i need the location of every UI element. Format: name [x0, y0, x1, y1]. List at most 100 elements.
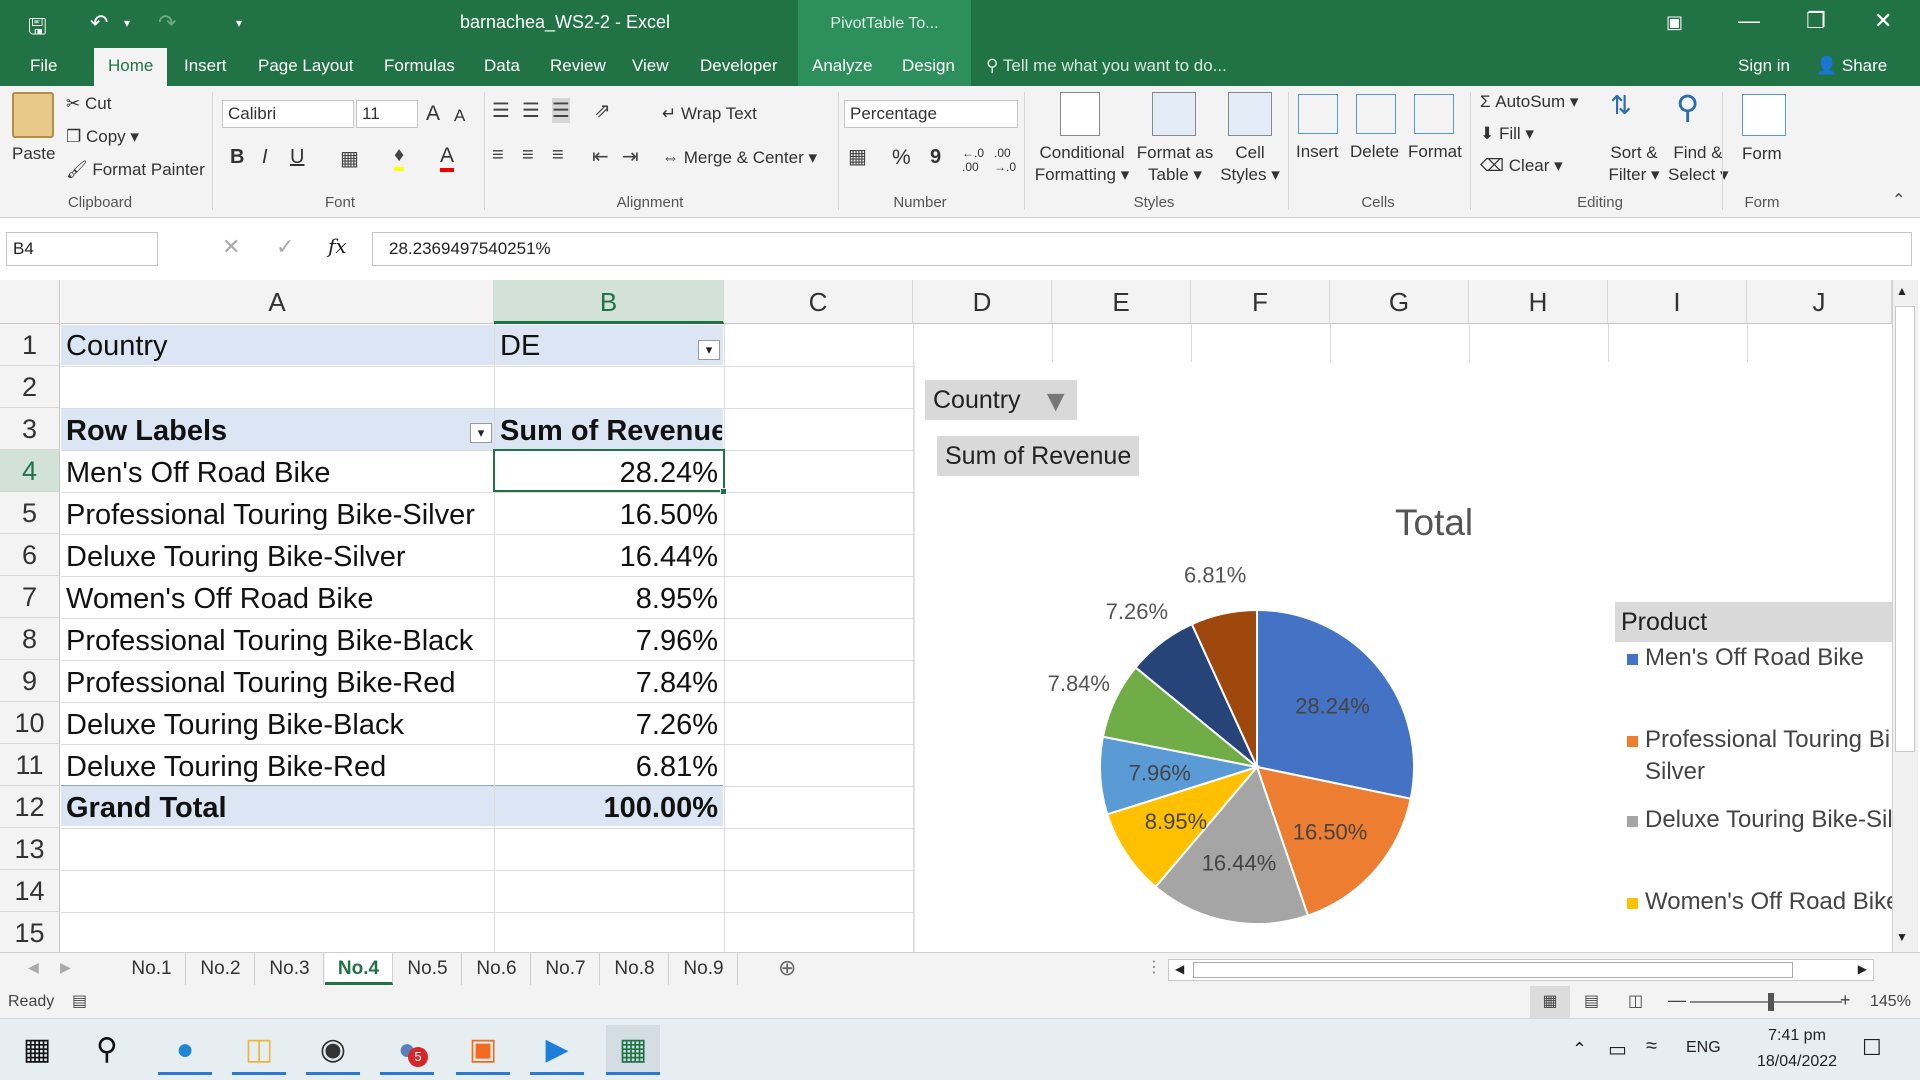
pivot-row-label[interactable]: Professional Touring Bike-Black — [62, 620, 492, 662]
format-painter-button[interactable]: 🖌 Format Painter — [66, 160, 205, 180]
page-layout-view-icon[interactable]: ▤ — [1584, 991, 1599, 1011]
pivot-row-label[interactable]: Women's Off Road Bike — [62, 578, 492, 620]
row-labels-filter-icon[interactable]: ▾ — [470, 423, 492, 443]
format-cells-icon[interactable] — [1414, 94, 1454, 134]
media-player-icon[interactable]: ◉ — [306, 1025, 360, 1075]
sheet-tab[interactable]: No.4 — [325, 953, 393, 985]
pivot-chart[interactable]: Country ▼ Sum of Revenue Total 28.24% 16.… — [914, 362, 1901, 952]
column-header-f[interactable]: F — [1191, 280, 1330, 324]
grow-font-button[interactable]: A — [426, 102, 440, 126]
insert-function-button[interactable]: fx — [328, 234, 347, 258]
restore-icon[interactable]: ❐ — [1806, 8, 1826, 34]
row-header[interactable]: 11 — [0, 744, 60, 786]
vertical-scroll-thumb[interactable] — [1895, 306, 1915, 752]
magnifier-icon[interactable]: ⚲ — [1676, 88, 1699, 126]
pivot-row-value[interactable]: 6.81% — [496, 746, 722, 788]
row-header[interactable]: 10 — [0, 702, 60, 744]
wrap-text-button[interactable]: ↵ Wrap Text — [662, 104, 757, 124]
sort-filter-button[interactable]: Sort & Filter ▾ — [1604, 142, 1664, 186]
legend-item[interactable]: Professional Touring Bi — [1645, 726, 1901, 754]
decrease-indent-icon[interactable]: ⇤ — [592, 144, 609, 169]
scroll-right-icon[interactable]: ▶ — [1858, 962, 1867, 976]
legend-item[interactable]: Women's Off Road Bike — [1645, 888, 1901, 916]
pivot-row-label[interactable]: Deluxe Touring Bike-Red — [62, 746, 492, 788]
align-left-icon[interactable]: ≡ — [492, 144, 504, 167]
column-header-d[interactable]: D — [913, 280, 1052, 324]
sheet-tab[interactable]: No.6 — [463, 953, 531, 985]
pivot-row-label[interactable]: Men's Off Road Bike — [62, 452, 492, 494]
underline-button[interactable]: U — [290, 146, 304, 169]
enter-icon[interactable]: ✓ — [276, 234, 294, 260]
file-explorer-icon[interactable]: ◫ — [232, 1025, 286, 1075]
align-middle-icon[interactable]: ☰ — [522, 98, 540, 123]
scroll-left-icon[interactable]: ◀ — [1175, 962, 1184, 976]
tab-design[interactable]: Design — [890, 48, 967, 86]
pie-data-label[interactable]: 6.81% — [1184, 562, 1246, 587]
increase-indent-icon[interactable]: ⇥ — [622, 144, 639, 169]
fill-handle[interactable] — [720, 488, 727, 495]
sheet-tab[interactable]: No.8 — [601, 953, 669, 985]
legend-item[interactable]: Silver — [1645, 758, 1901, 786]
filter-dropdown-icon[interactable]: ▾ — [698, 340, 720, 360]
borders-icon[interactable]: ▦ — [340, 146, 359, 171]
percent-style-button[interactable]: % — [892, 146, 911, 170]
tab-scroll-left-icon[interactable]: ◀ — [28, 959, 39, 976]
ribbon-display-icon[interactable]: ▣ — [1666, 12, 1683, 33]
bold-button[interactable]: B — [230, 146, 244, 169]
pie-data-label[interactable]: 16.44% — [1202, 851, 1277, 876]
close-icon[interactable]: ✕ — [1874, 8, 1892, 34]
align-right-icon[interactable]: ≡ — [552, 144, 564, 167]
scroll-down-icon[interactable]: ▼ — [1896, 930, 1908, 944]
tab-data[interactable]: Data — [472, 48, 532, 86]
conditional-formatting-icon[interactable] — [1060, 92, 1100, 136]
zoom-out-icon[interactable]: — — [1668, 990, 1686, 1011]
row-header[interactable]: 3 — [0, 408, 60, 450]
cell-styles-button[interactable]: Cell Styles ▾ — [1218, 142, 1282, 186]
notifications-icon[interactable]: ☐ — [1862, 1035, 1882, 1061]
cell-b1[interactable]: DE — [496, 325, 696, 367]
pivot-row-label[interactable]: Deluxe Touring Bike-Black — [62, 704, 492, 746]
column-header-j[interactable]: J — [1747, 280, 1892, 324]
sort-filter-icon[interactable]: ⇅ — [1610, 90, 1632, 121]
row-header[interactable]: 12 — [0, 786, 60, 828]
tab-file[interactable]: File — [18, 48, 69, 86]
row-header[interactable]: 7 — [0, 576, 60, 618]
merge-center-button[interactable]: ⇔ Merge & Center ▾ — [662, 148, 817, 168]
vertical-scrollbar[interactable]: ▲ ▼ — [1892, 280, 1918, 952]
cut-button[interactable]: ✂ Cut — [66, 94, 111, 114]
tab-view[interactable]: View — [620, 48, 681, 86]
pivot-row-value[interactable]: 8.95% — [496, 578, 722, 620]
windows-start-icon[interactable]: ▦ — [10, 1025, 64, 1075]
pie-data-label[interactable]: 7.84% — [1048, 671, 1110, 696]
tab-page-layout[interactable]: Page Layout — [246, 48, 365, 86]
xampp-icon[interactable]: ▣ — [456, 1025, 510, 1075]
split-handle-icon[interactable]: ⋮ — [1146, 957, 1162, 977]
format-as-table-icon[interactable] — [1152, 92, 1196, 136]
tab-scroll-right-icon[interactable]: ▶ — [60, 959, 71, 976]
row-header[interactable]: 13 — [0, 828, 60, 870]
row-header[interactable]: 2 — [0, 366, 60, 408]
cell-b12[interactable]: 100.00% — [496, 787, 722, 829]
row-header[interactable]: 8 — [0, 618, 60, 660]
pivot-row-label[interactable]: Deluxe Touring Bike-Silver — [62, 536, 492, 578]
autosum-button[interactable]: Σ AutoSum ▾ — [1480, 92, 1578, 112]
tab-analyze[interactable]: Analyze — [800, 48, 884, 86]
insert-cells-button[interactable]: Insert — [1296, 142, 1339, 162]
page-break-view-icon[interactable]: ◫ — [1628, 991, 1643, 1011]
accounting-format-icon[interactable]: ▦ — [848, 144, 867, 169]
column-header-e[interactable]: E — [1052, 280, 1191, 324]
copy-button[interactable]: ❐ Copy ▾ — [66, 127, 139, 147]
font-color-button[interactable]: A — [440, 144, 455, 172]
search-icon[interactable]: ⚲ — [80, 1025, 134, 1075]
pivot-row-value[interactable]: 7.96% — [496, 620, 722, 662]
pivot-row-label[interactable]: Professional Touring Bike-Silver — [62, 494, 492, 536]
paste-button[interactable]: Paste — [12, 144, 55, 164]
cell-a1[interactable]: Country — [62, 325, 492, 367]
font-size-select[interactable]: 11 — [356, 100, 418, 128]
column-header-g[interactable]: G — [1330, 280, 1469, 324]
legend-item[interactable]: Men's Off Road Bike — [1645, 644, 1901, 672]
fill-color-icon[interactable]: ♦ — [394, 144, 405, 171]
increase-decimal-button[interactable]: ←.0.00 — [962, 146, 984, 174]
tab-developer[interactable]: Developer — [688, 48, 790, 86]
zoom-level[interactable]: 145% — [1870, 993, 1911, 1011]
